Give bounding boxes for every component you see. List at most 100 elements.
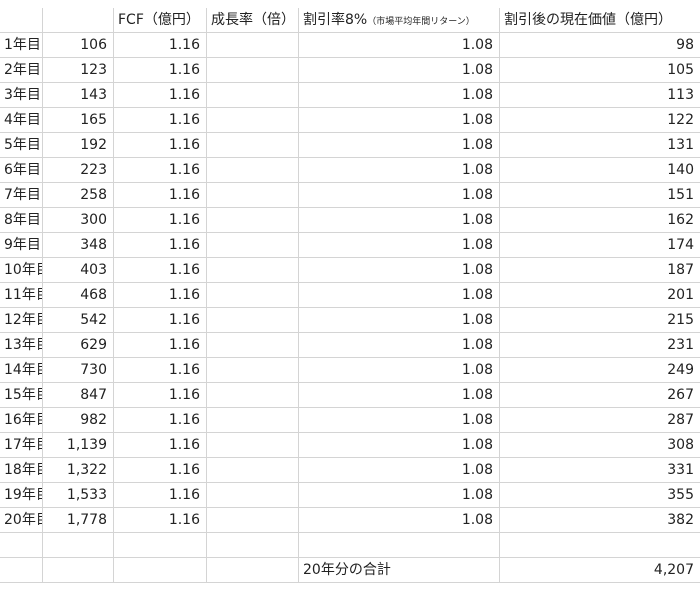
present-value-cell[interactable]: 249	[500, 358, 700, 383]
growth-cell[interactable]: 1.16	[114, 308, 207, 333]
present-value-cell[interactable]: 187	[500, 258, 700, 283]
spacer-cell[interactable]	[207, 108, 299, 133]
discount-cell[interactable]: 1.08	[299, 458, 500, 483]
row-label[interactable]: 16年目	[0, 408, 43, 433]
spacer-cell[interactable]	[207, 133, 299, 158]
row-label[interactable]: 19年目	[0, 483, 43, 508]
fcf-cell[interactable]: 258	[42, 183, 114, 208]
row-label[interactable]: 7年目	[0, 183, 43, 208]
present-value-cell[interactable]: 98	[500, 33, 700, 58]
spacer-cell[interactable]	[207, 258, 299, 283]
discount-cell[interactable]: 1.08	[299, 158, 500, 183]
row-label[interactable]: 15年目	[0, 383, 43, 408]
present-value-cell[interactable]: 113	[500, 83, 700, 108]
discount-cell[interactable]: 1.08	[299, 383, 500, 408]
header-cell-b[interactable]	[42, 8, 114, 33]
fcf-cell[interactable]: 1,533	[42, 483, 114, 508]
growth-cell[interactable]: 1.16	[114, 83, 207, 108]
fcf-cell[interactable]: 1,778	[42, 508, 114, 533]
row-label[interactable]: 10年目	[0, 258, 43, 283]
discount-cell[interactable]: 1.08	[299, 358, 500, 383]
row-label[interactable]: 18年目	[0, 458, 43, 483]
row-label[interactable]: 1年目	[0, 33, 43, 58]
present-value-cell[interactable]: 382	[500, 508, 700, 533]
row-label[interactable]: 8年目	[0, 208, 43, 233]
header-growth[interactable]: 成長率（倍）	[207, 8, 299, 33]
present-value-cell[interactable]: 215	[500, 308, 700, 333]
row-label[interactable]: 14年目	[0, 358, 43, 383]
fcf-cell[interactable]: 1,139	[42, 433, 114, 458]
row-label[interactable]: 5年目	[0, 133, 43, 158]
row-label[interactable]: 2年目	[0, 58, 43, 83]
growth-cell[interactable]: 1.16	[114, 333, 207, 358]
present-value-cell[interactable]: 151	[500, 183, 700, 208]
fcf-cell[interactable]: 348	[42, 233, 114, 258]
fcf-cell[interactable]: 192	[42, 133, 114, 158]
spacer-cell[interactable]	[207, 158, 299, 183]
present-value-cell[interactable]: 355	[500, 483, 700, 508]
spacer-cell[interactable]	[207, 358, 299, 383]
discount-cell[interactable]: 1.08	[299, 83, 500, 108]
fcf-cell[interactable]: 403	[42, 258, 114, 283]
growth-cell[interactable]: 1.16	[114, 383, 207, 408]
growth-cell[interactable]: 1.16	[114, 233, 207, 258]
fcf-cell[interactable]: 847	[42, 383, 114, 408]
growth-cell[interactable]: 1.16	[114, 158, 207, 183]
spacer-cell[interactable]	[207, 333, 299, 358]
fcf-cell[interactable]: 106	[42, 33, 114, 58]
spacer-cell[interactable]	[207, 458, 299, 483]
discount-cell[interactable]: 1.08	[299, 483, 500, 508]
growth-cell[interactable]: 1.16	[114, 183, 207, 208]
spacer-cell[interactable]	[207, 33, 299, 58]
spacer-cell[interactable]	[207, 433, 299, 458]
row-label[interactable]: 6年目	[0, 158, 43, 183]
discount-cell[interactable]: 1.08	[299, 233, 500, 258]
discount-cell[interactable]: 1.08	[299, 283, 500, 308]
fcf-cell[interactable]: 468	[42, 283, 114, 308]
present-value-cell[interactable]: 267	[500, 383, 700, 408]
discount-cell[interactable]: 1.08	[299, 133, 500, 158]
growth-cell[interactable]: 1.16	[114, 108, 207, 133]
empty-cell[interactable]	[42, 558, 114, 583]
fcf-cell[interactable]: 730	[42, 358, 114, 383]
discount-cell[interactable]: 1.08	[299, 408, 500, 433]
spacer-cell[interactable]	[207, 383, 299, 408]
fcf-cell[interactable]: 123	[42, 58, 114, 83]
fcf-cell[interactable]: 300	[42, 208, 114, 233]
discount-cell[interactable]: 1.08	[299, 258, 500, 283]
discount-cell[interactable]: 1.08	[299, 183, 500, 208]
growth-cell[interactable]: 1.16	[114, 458, 207, 483]
present-value-cell[interactable]: 287	[500, 408, 700, 433]
empty-cell[interactable]	[42, 533, 114, 558]
discount-cell[interactable]: 1.08	[299, 208, 500, 233]
row-label[interactable]: 17年目	[0, 433, 43, 458]
growth-cell[interactable]: 1.16	[114, 358, 207, 383]
discount-cell[interactable]: 1.08	[299, 33, 500, 58]
growth-cell[interactable]: 1.16	[114, 508, 207, 533]
growth-cell[interactable]: 1.16	[114, 58, 207, 83]
discount-cell[interactable]: 1.08	[299, 108, 500, 133]
empty-cell[interactable]	[114, 533, 207, 558]
row-label[interactable]: 20年目	[0, 508, 43, 533]
present-value-cell[interactable]: 331	[500, 458, 700, 483]
header-fcf[interactable]: FCF（億円）	[114, 8, 207, 33]
header-discount[interactable]: 割引率8%（市場平均年間リターン）	[299, 8, 500, 33]
row-label[interactable]: 11年目	[0, 283, 43, 308]
discount-cell[interactable]: 1.08	[299, 433, 500, 458]
fcf-cell[interactable]: 223	[42, 158, 114, 183]
row-label[interactable]: 3年目	[0, 83, 43, 108]
discount-cell[interactable]: 1.08	[299, 333, 500, 358]
spacer-cell[interactable]	[207, 408, 299, 433]
empty-cell[interactable]	[207, 533, 299, 558]
row-label[interactable]: 4年目	[0, 108, 43, 133]
present-value-cell[interactable]: 131	[500, 133, 700, 158]
total-label[interactable]: 20年分の合計	[299, 558, 500, 583]
fcf-cell[interactable]: 629	[42, 333, 114, 358]
total-value[interactable]: 4,207	[500, 558, 700, 583]
empty-cell[interactable]	[0, 558, 43, 583]
growth-cell[interactable]: 1.16	[114, 258, 207, 283]
growth-cell[interactable]: 1.16	[114, 408, 207, 433]
present-value-cell[interactable]: 105	[500, 58, 700, 83]
present-value-cell[interactable]: 174	[500, 233, 700, 258]
fcf-cell[interactable]: 143	[42, 83, 114, 108]
